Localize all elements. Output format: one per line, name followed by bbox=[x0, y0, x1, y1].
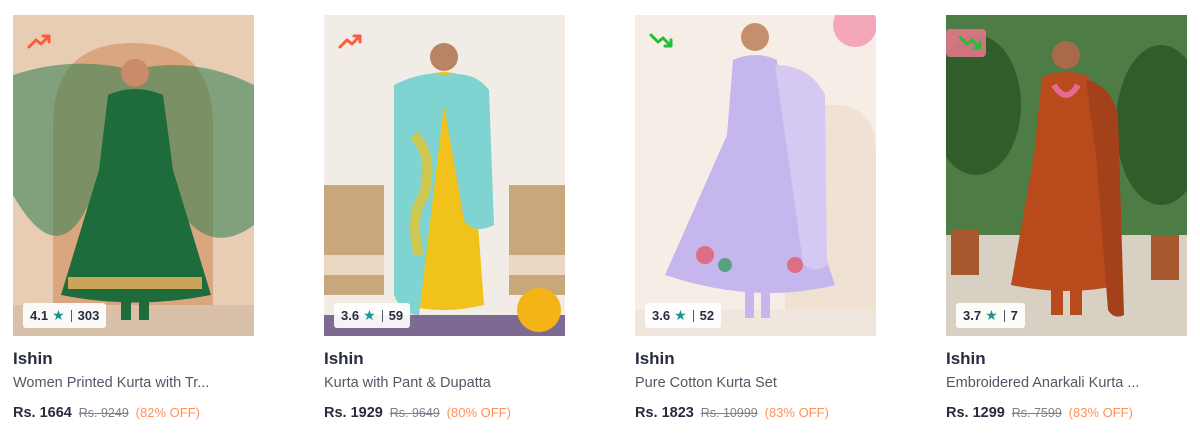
product-info[interactable]: Ishin Pure Cotton Kurta Set Rs. 1823 Rs.… bbox=[635, 336, 876, 423]
trending-down-icon bbox=[946, 29, 986, 57]
product-photo bbox=[13, 15, 254, 336]
original-price: Rs. 10999 bbox=[700, 406, 758, 420]
rating-count: 52 bbox=[699, 308, 715, 323]
discount-percent: (82% OFF) bbox=[135, 405, 200, 420]
rating-count: 303 bbox=[77, 308, 100, 323]
product-image[interactable]: 3.6 ★ 59 bbox=[324, 15, 565, 336]
rating-value: 3.7 bbox=[963, 308, 982, 323]
product-brand: Ishin bbox=[13, 349, 53, 368]
product-image[interactable]: 3.6 ★ 52 bbox=[635, 15, 876, 336]
rating-divider bbox=[1003, 309, 1005, 322]
product-card[interactable]: 3.6 ★ 59 Ishin Kurta with Pant & Dupatta… bbox=[324, 15, 565, 425]
price-row: Rs. 1929 Rs. 9649 (80% OFF) bbox=[324, 401, 565, 423]
trending-down-icon bbox=[647, 29, 679, 57]
product-card[interactable]: 4.1 ★ 303 Ishin Women Printed Kurta with… bbox=[13, 15, 254, 425]
product-brand: Ishin bbox=[946, 349, 986, 368]
rating-divider bbox=[381, 309, 383, 322]
star-icon: ★ bbox=[52, 307, 65, 323]
price-row: Rs. 1299 Rs. 7599 (83% OFF) bbox=[946, 401, 1187, 423]
original-price: Rs. 9249 bbox=[78, 406, 129, 420]
product-grid: 4.1 ★ 303 Ishin Women Printed Kurta with… bbox=[0, 0, 1200, 434]
product-info[interactable]: Ishin Kurta with Pant & Dupatta Rs. 1929… bbox=[324, 336, 565, 423]
rating-value: 3.6 bbox=[652, 308, 671, 323]
discount-percent: (83% OFF) bbox=[1068, 405, 1133, 420]
rating-badge: 3.6 ★ 52 bbox=[645, 303, 722, 328]
selling-price: Rs. 1929 bbox=[324, 405, 383, 421]
star-icon: ★ bbox=[674, 307, 687, 323]
rating-divider bbox=[70, 309, 72, 322]
rating-count: 7 bbox=[1010, 308, 1018, 323]
rating-value: 3.6 bbox=[341, 308, 360, 323]
price-row: Rs. 1823 Rs. 10999 (83% OFF) bbox=[635, 401, 876, 423]
rating-count: 59 bbox=[388, 308, 404, 323]
product-info[interactable]: Ishin Women Printed Kurta with Tr... Rs.… bbox=[13, 336, 254, 423]
product-brand: Ishin bbox=[324, 349, 364, 368]
trending-up-icon bbox=[336, 29, 368, 57]
rating-divider bbox=[692, 309, 694, 322]
product-card[interactable]: 3.6 ★ 52 Ishin Pure Cotton Kurta Set Rs.… bbox=[635, 15, 876, 425]
selling-price: Rs. 1299 bbox=[946, 405, 1005, 421]
product-photo bbox=[635, 15, 876, 336]
product-title: Kurta with Pant & Dupatta bbox=[324, 375, 491, 391]
product-photo bbox=[324, 15, 565, 336]
discount-percent: (83% OFF) bbox=[764, 405, 829, 420]
star-icon: ★ bbox=[363, 307, 376, 323]
product-title: Embroidered Anarkali Kurta ... bbox=[946, 375, 1140, 391]
selling-price: Rs. 1823 bbox=[635, 405, 694, 421]
product-image[interactable]: 4.1 ★ 303 bbox=[13, 15, 254, 336]
price-row: Rs. 1664 Rs. 9249 (82% OFF) bbox=[13, 401, 254, 423]
original-price: Rs. 7599 bbox=[1011, 406, 1062, 420]
product-image[interactable]: 3.7 ★ 7 bbox=[946, 15, 1187, 336]
product-title: Pure Cotton Kurta Set bbox=[635, 375, 777, 391]
product-card[interactable]: 3.7 ★ 7 Ishin Embroidered Anarkali Kurta… bbox=[946, 15, 1187, 425]
trending-up-icon bbox=[25, 29, 57, 57]
rating-badge: 4.1 ★ 303 bbox=[23, 303, 107, 328]
star-icon: ★ bbox=[985, 307, 998, 323]
discount-percent: (80% OFF) bbox=[446, 405, 511, 420]
rating-value: 4.1 bbox=[30, 308, 49, 323]
product-brand: Ishin bbox=[635, 349, 675, 368]
rating-badge: 3.7 ★ 7 bbox=[956, 303, 1025, 328]
rating-badge: 3.6 ★ 59 bbox=[334, 303, 411, 328]
product-info[interactable]: Ishin Embroidered Anarkali Kurta ... Rs.… bbox=[946, 336, 1187, 423]
selling-price: Rs. 1664 bbox=[13, 405, 72, 421]
product-photo bbox=[946, 15, 1187, 336]
original-price: Rs. 9649 bbox=[389, 406, 440, 420]
product-title: Women Printed Kurta with Tr... bbox=[13, 375, 210, 391]
